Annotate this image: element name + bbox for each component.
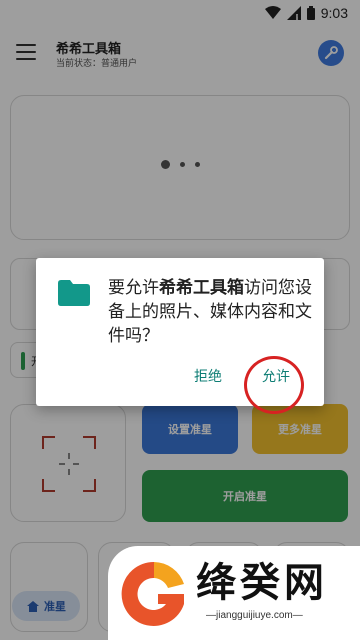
annotation-circle bbox=[244, 356, 304, 414]
watermark-brand: 绛癸网 bbox=[196, 559, 328, 606]
folder-icon bbox=[58, 280, 90, 306]
site-watermark: 绛癸网 —jiangguijiuye.com— bbox=[108, 546, 360, 640]
watermark-url: —jiangguijiuye.com— bbox=[206, 610, 303, 621]
dialog-message: 要允许希希工具箱访问您设备上的照片、媒体内容和文件吗？ bbox=[108, 278, 312, 346]
deny-button[interactable]: 拒绝 bbox=[194, 366, 222, 386]
brand-logo-icon bbox=[121, 561, 184, 626]
dialog-app-name: 希希工具箱 bbox=[159, 278, 244, 298]
